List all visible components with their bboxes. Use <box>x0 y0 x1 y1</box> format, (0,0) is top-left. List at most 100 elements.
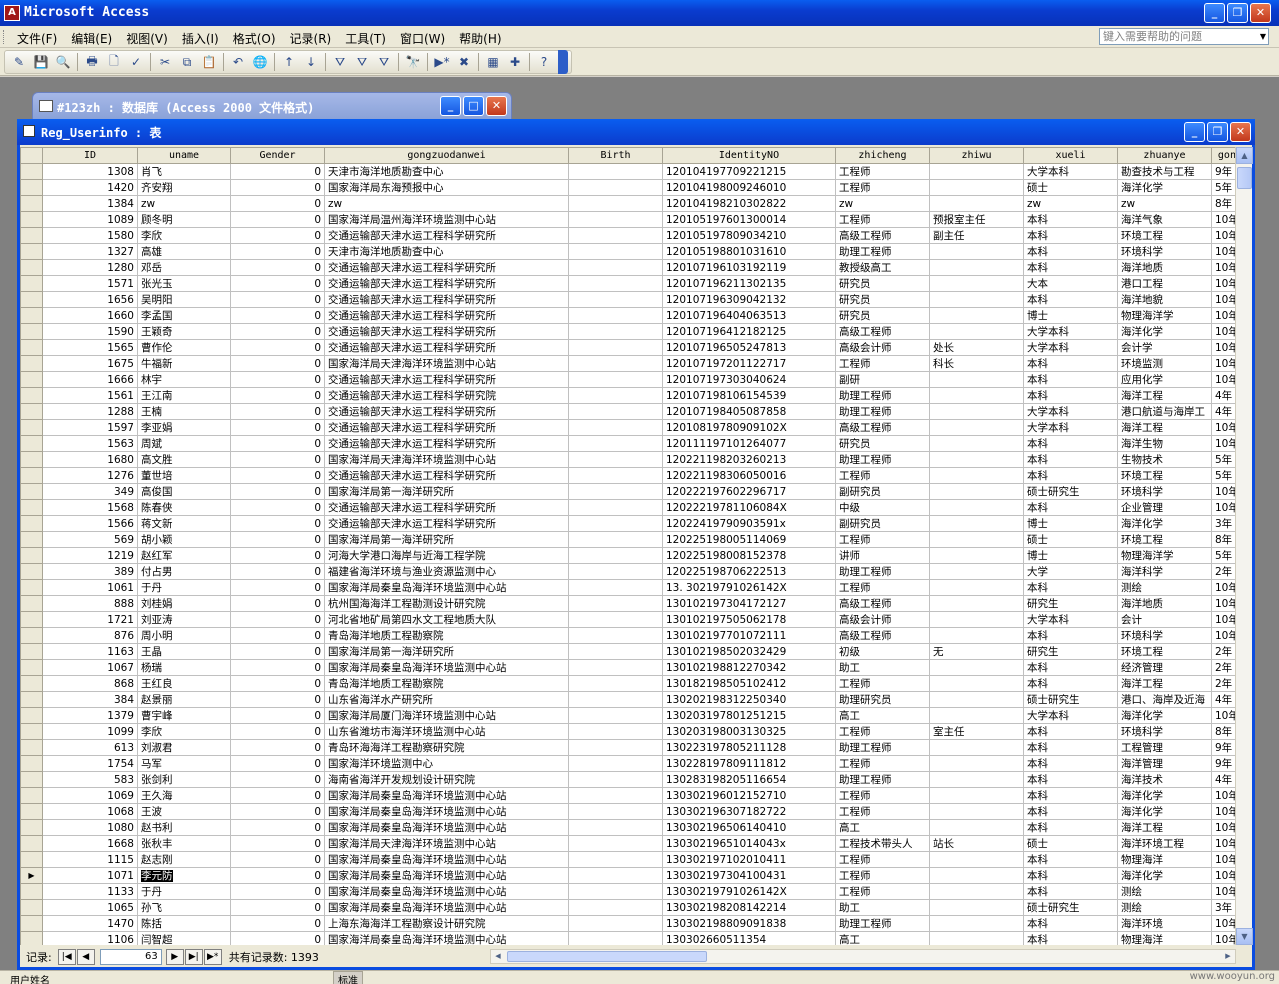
table-row[interactable]: 613 刘淑君 0 青岛环海海洋工程勘察研究院 130223197805211128 助理… <box>20 739 1243 756</box>
table-row[interactable]: 1276 董世培 0 交通运输部天津水运工程科学研究所 1202211983060500… <box>20 467 1243 484</box>
table-cell[interactable]: 助理工程师 <box>835 563 930 580</box>
table-cell[interactable] <box>929 275 1024 292</box>
table-cell[interactable]: 本科 <box>1023 355 1118 372</box>
table-cell[interactable]: 物理海洋学 <box>1117 547 1212 564</box>
table-cell[interactable] <box>929 371 1024 388</box>
table-cell[interactable]: 高级会计师 <box>835 339 930 356</box>
table-cell[interactable]: 硕士研究生 <box>1023 899 1118 916</box>
table-cell[interactable] <box>929 755 1024 772</box>
table-row[interactable]: 1656 吴明阳 0 交通运输部天津水运工程科学研究所 1201071963090421… <box>20 291 1243 308</box>
table-cell[interactable] <box>929 611 1024 628</box>
table-cell[interactable]: 1069 <box>42 787 138 804</box>
table-cell[interactable]: 交通运输部天津水运工程科学研究所 <box>324 499 569 516</box>
filter-by-form-icon[interactable]: ⛛ <box>351 52 373 72</box>
table-cell[interactable]: 测绘 <box>1117 899 1212 916</box>
table-cell[interactable]: 测绘 <box>1117 883 1212 900</box>
table-cell[interactable]: 1561 <box>42 387 138 404</box>
table-cell[interactable]: 交通运输部天津水运工程科学研究所 <box>324 435 569 452</box>
table-cell[interactable]: 蒋文新 <box>137 515 231 532</box>
table-row[interactable]: 1379 曹宇峰 0 国家海洋局厦门海洋环境监测中心站 1302031978012512… <box>20 707 1243 724</box>
record-selector[interactable] <box>20 739 43 756</box>
table-cell[interactable]: 120225198008152378 <box>662 547 836 564</box>
table-row[interactable]: 1384 zw 0 zw 120104198210302822 zw zw zw 8年 <box>20 195 1243 212</box>
table-cell[interactable]: 130203197801251215 <box>662 707 836 724</box>
table-cell[interactable]: 于丹 <box>137 883 231 900</box>
table-cell[interactable]: 1580 <box>42 227 138 244</box>
record-selector[interactable]: ▶ <box>20 867 43 884</box>
table-cell[interactable]: 13030219791026142X <box>662 883 836 900</box>
table-cell[interactable] <box>568 163 663 180</box>
record-selector[interactable] <box>20 307 43 324</box>
record-selector[interactable] <box>20 387 43 404</box>
table-cell[interactable]: 130302197102010411 <box>662 851 836 868</box>
table-cell[interactable]: 0 <box>230 547 325 564</box>
record-selector[interactable] <box>20 787 43 804</box>
table-cell[interactable]: 120107196412182125 <box>662 323 836 340</box>
table-cell[interactable] <box>929 787 1024 804</box>
record-selector[interactable] <box>20 227 43 244</box>
table-cell[interactable]: 1163 <box>42 643 138 660</box>
table-row[interactable]: 1668 张秋丰 0 国家海洋局天津海洋环境监测中心站 1303021965101404… <box>20 835 1243 852</box>
table-cell[interactable]: 港口工程 <box>1117 275 1212 292</box>
new-object-icon[interactable]: ✚ <box>504 52 526 72</box>
table-cell[interactable] <box>568 883 663 900</box>
table-cell[interactable]: 环境工程 <box>1117 643 1212 660</box>
table-cell[interactable]: 国家海洋局秦皇岛海洋环境监测中心站 <box>324 579 569 596</box>
table-minimize-button[interactable]: _ <box>1184 122 1205 142</box>
record-selector[interactable] <box>20 419 43 436</box>
table-row[interactable]: 1580 李欣 0 交通运输部天津水运工程科学研究所 12010519780903421… <box>20 227 1243 244</box>
table-cell[interactable] <box>568 819 663 836</box>
table-cell[interactable]: 868 <box>42 675 138 692</box>
table-cell[interactable] <box>929 819 1024 836</box>
table-row[interactable]: 1163 王晶 0 国家海洋局第一海洋研究所 130102198502032429 初级无… <box>20 643 1243 660</box>
table-cell[interactable] <box>929 499 1024 516</box>
table-cell[interactable]: 国家海洋局第一海洋研究所 <box>324 643 569 660</box>
hyperlink-icon[interactable]: 🌐 <box>249 52 271 72</box>
table-cell[interactable] <box>568 307 663 324</box>
table-cell[interactable]: 教授级高工 <box>835 259 930 276</box>
table-cell[interactable]: 山东省海洋水产研究所 <box>324 691 569 708</box>
table-cell[interactable]: 助理工程师 <box>835 915 930 932</box>
table-cell[interactable]: 0 <box>230 291 325 308</box>
table-cell[interactable]: 本科 <box>1023 675 1118 692</box>
table-cell[interactable]: 大学本科 <box>1023 163 1118 180</box>
table-cell[interactable] <box>568 707 663 724</box>
table-cell[interactable]: 0 <box>230 483 325 500</box>
table-cell[interactable]: 本科 <box>1023 211 1118 228</box>
table-cell[interactable]: 1288 <box>42 403 138 420</box>
table-cell[interactable]: 生物技术 <box>1117 451 1212 468</box>
previous-record-button[interactable]: ◀ <box>76 949 95 965</box>
table-row[interactable]: 1219 赵红军 0 河海大学港口海岸与近海工程学院 12022519800815237… <box>20 547 1243 564</box>
database-window[interactable]: #123zh : 数据库 (Access 2000 文件格式) _ □ ✕ <box>32 92 512 120</box>
table-cell[interactable]: 大学本科 <box>1023 419 1118 436</box>
table-cell[interactable]: 赵志刚 <box>137 851 231 868</box>
table-cell[interactable] <box>568 451 663 468</box>
table-cell[interactable]: 1721 <box>42 611 138 628</box>
table-cell[interactable]: 0 <box>230 851 325 868</box>
table-cell[interactable]: 120107196103192119 <box>662 259 836 276</box>
table-cell[interactable]: 12010819780909102X <box>662 419 836 436</box>
table-cell[interactable]: 助理工程师 <box>835 739 930 756</box>
table-row[interactable]: 1288 王楠 0 交通运输部天津水运工程科学研究所 12010719840508785… <box>20 403 1243 420</box>
table-cell[interactable] <box>929 851 1024 868</box>
table-cell[interactable]: 海洋工程 <box>1117 419 1212 436</box>
table-cell[interactable] <box>568 739 663 756</box>
table-cell[interactable]: 大学本科 <box>1023 403 1118 420</box>
column-header[interactable]: zhicheng <box>835 147 930 164</box>
table-row[interactable]: ▶ 1071 李元防 0 国家海洋局秦皇岛海洋环境监测中心站 13030219730410… <box>20 867 1243 884</box>
table-cell[interactable]: 博士 <box>1023 307 1118 324</box>
table-cell[interactable]: 助理工程师 <box>835 243 930 260</box>
table-cell[interactable]: 1067 <box>42 659 138 676</box>
select-all-corner[interactable] <box>20 147 43 164</box>
table-cell[interactable]: 120107198405087858 <box>662 403 836 420</box>
table-cell[interactable]: 1384 <box>42 195 138 212</box>
table-cell[interactable]: 陈春侠 <box>137 499 231 516</box>
table-cell[interactable]: 130102197701072111 <box>662 627 836 644</box>
design-view-icon[interactable]: ✎ <box>8 52 30 72</box>
record-selector[interactable] <box>20 499 43 516</box>
table-cell[interactable]: 613 <box>42 739 138 756</box>
table-cell[interactable] <box>929 307 1024 324</box>
table-row[interactable]: 1561 王江南 0 交通运输部天津水运工程科学研究院 1201071981061545… <box>20 387 1243 404</box>
table-cell[interactable]: 工程管理 <box>1117 739 1212 756</box>
table-cell[interactable]: 130102198812270342 <box>662 659 836 676</box>
